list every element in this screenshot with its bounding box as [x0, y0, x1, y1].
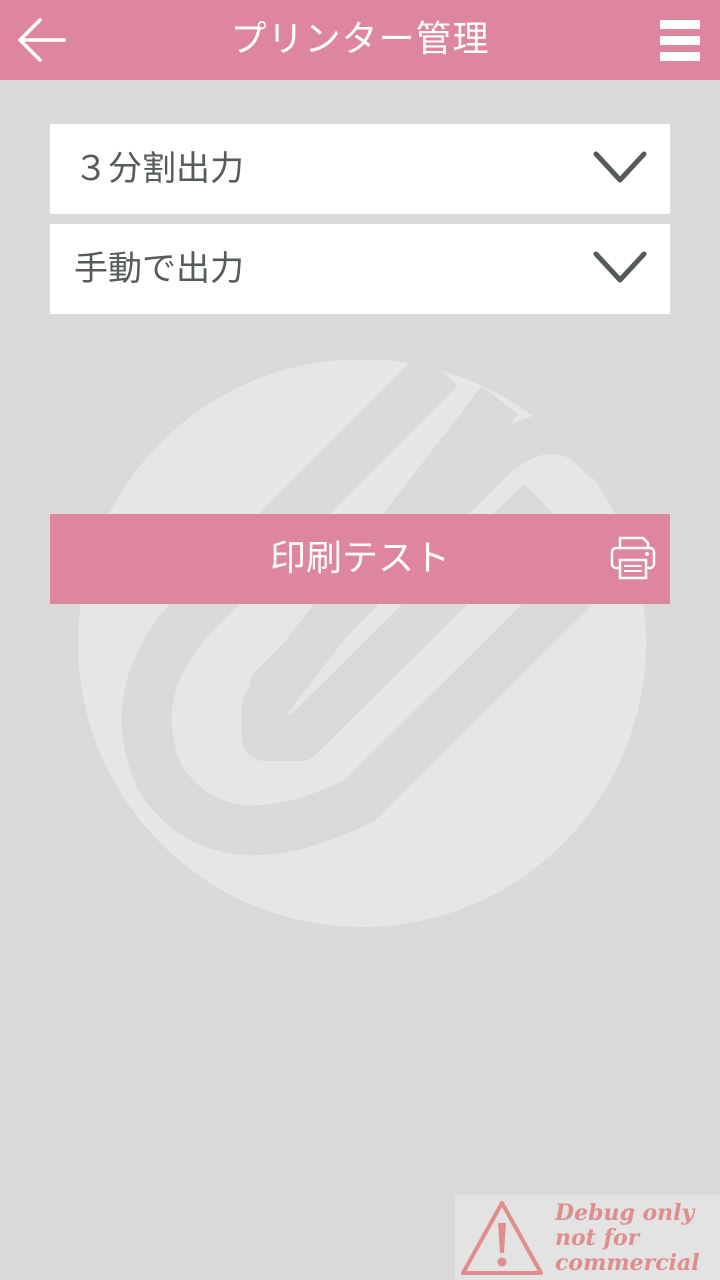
- printer-icon: [610, 536, 656, 580]
- page-title: プリンター管理: [230, 19, 490, 60]
- menu-button[interactable]: [656, 16, 704, 64]
- output-mode-value: 手動で出力: [74, 249, 244, 289]
- chevron-down-icon: [593, 151, 647, 183]
- printer-management-screen: プリンター管理 ３分割出力 手動で出力 印刷テスト Debug only not…: [0, 0, 720, 1280]
- app-header: プリンター管理: [0, 0, 720, 80]
- output-mode-select[interactable]: 手動で出力: [50, 224, 670, 314]
- hamburger-menu-icon: [660, 20, 700, 61]
- print-test-button[interactable]: 印刷テスト: [50, 514, 670, 604]
- debug-build-badge: Debug only not for commercial: [455, 1195, 720, 1280]
- warning-icon: [461, 1201, 543, 1275]
- chevron-down-icon: [593, 251, 647, 283]
- debug-line-3: commercial: [555, 1250, 700, 1276]
- background-logo-watermark: [78, 360, 646, 927]
- arrow-left-icon: [18, 18, 66, 62]
- split-output-select[interactable]: ３分割出力: [50, 124, 670, 214]
- debug-notice-text: Debug only not for commercial: [555, 1201, 720, 1276]
- debug-line-1: Debug only: [555, 1200, 695, 1226]
- split-output-value: ３分割出力: [74, 149, 244, 189]
- back-button[interactable]: [10, 10, 70, 70]
- debug-line-2: not for: [555, 1225, 640, 1251]
- print-test-label: 印刷テスト: [269, 538, 450, 579]
